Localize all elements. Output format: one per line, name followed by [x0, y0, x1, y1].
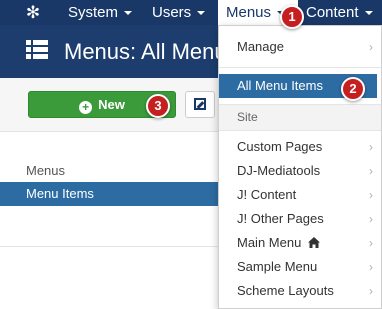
- nav-content[interactable]: Content: [306, 0, 373, 25]
- dropdown-item-dj-mediatools[interactable]: DJ-Mediatools ›: [219, 159, 377, 183]
- chevron-right-icon: ›: [369, 212, 373, 226]
- edit-button[interactable]: [185, 91, 215, 118]
- chevron-right-icon: ›: [369, 164, 373, 178]
- divider: [0, 246, 220, 247]
- caret-down-icon: [197, 11, 206, 16]
- step-marker-2: 2: [341, 77, 365, 101]
- sidebar-section-label: Menus: [26, 163, 66, 178]
- caret-down-icon: [124, 11, 133, 16]
- dropdown-item-scheme-layouts[interactable]: Scheme Layouts ›: [219, 279, 377, 303]
- sidebar-item-menu-items[interactable]: Menu Items: [0, 182, 220, 206]
- dropdown-divider: [219, 130, 381, 131]
- chevron-right-icon: ›: [369, 236, 373, 250]
- chevron-right-icon: ›: [369, 40, 373, 54]
- nav-users[interactable]: Users: [152, 0, 206, 25]
- chevron-right-icon: ›: [369, 140, 373, 154]
- home-icon: [307, 232, 320, 256]
- caret-down-icon: [364, 11, 373, 16]
- edit-icon: [194, 98, 206, 110]
- list-icon: [26, 40, 48, 60]
- dropdown-item-custom-pages[interactable]: Custom Pages ›: [219, 135, 377, 159]
- nav-system[interactable]: System: [68, 0, 133, 25]
- chevron-right-icon: ›: [369, 188, 373, 202]
- dropdown-item-j-content[interactable]: J! Content ›: [219, 183, 377, 207]
- dropdown-item-sample-menu[interactable]: Sample Menu ›: [219, 255, 377, 279]
- dropdown-item-j-other-pages[interactable]: J! Other Pages ›: [219, 207, 377, 231]
- plus-circle-icon: +: [79, 101, 93, 114]
- step-marker-3: 3: [146, 94, 170, 118]
- chevron-right-icon: ›: [369, 260, 373, 274]
- dropdown-divider: [219, 67, 381, 68]
- step-marker-1: 1: [280, 5, 304, 29]
- chevron-right-icon: ›: [369, 284, 373, 298]
- menus-dropdown: Manage › All Menu Items Site Custom Pages…: [218, 25, 382, 309]
- dropdown-header-site: Site: [219, 105, 381, 130]
- dropdown-item-manage[interactable]: Manage ›: [219, 35, 377, 59]
- page-title: Menus: All Menu: [64, 39, 227, 64]
- joomla-icon[interactable]: ✻: [22, 3, 44, 22]
- dropdown-item-main-menu[interactable]: Main Menu ›: [219, 231, 377, 255]
- top-navbar: ✻ System Users Menus Content: [0, 0, 382, 25]
